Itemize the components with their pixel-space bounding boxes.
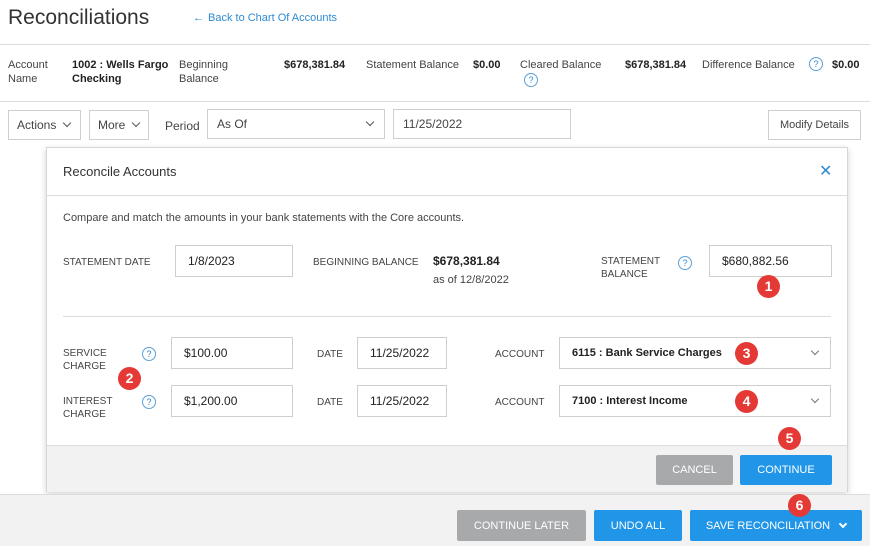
chevron-down-icon — [810, 394, 820, 404]
period-label: Period — [165, 119, 200, 133]
interest-date-input[interactable]: 11/25/2022 — [357, 385, 447, 417]
modal-statement-balance-label: STATEMENT BALANCE — [601, 256, 660, 280]
back-to-chart-of-accounts-link[interactable]: ← Back to Chart Of Accounts — [193, 12, 337, 24]
statement-balance-label: Statement Balance — [366, 59, 459, 71]
chevron-down-icon — [63, 118, 72, 128]
statement-balance-value: $0.00 — [473, 59, 501, 71]
summary-divider — [0, 101, 870, 102]
save-reconciliation-button[interactable]: SAVE RECONCILIATION — [690, 510, 862, 541]
more-dropdown[interactable]: More — [89, 110, 149, 140]
difference-balance-help-icon[interactable]: ? — [809, 57, 823, 71]
chevron-down-icon — [365, 117, 375, 127]
close-icon[interactable]: ✕ — [819, 164, 832, 180]
page-title: Reconciliations — [8, 6, 150, 29]
arrow-left-icon: ← — [193, 12, 204, 24]
statement-date-label: STATEMENT DATE — [63, 257, 151, 268]
more-label: More — [98, 118, 126, 132]
modal-title: Reconcile Accounts — [63, 164, 177, 179]
undo-all-button[interactable]: UNDO ALL — [594, 510, 682, 541]
modal-beginning-balance-value: $678,381.84 — [433, 254, 500, 268]
interest-charge-label: INTEREST CHARGE — [63, 396, 113, 420]
bottom-action-bar: CONTINUE LATER UNDO ALL SAVE RECONCILIAT… — [0, 494, 870, 546]
modal-intro-text: Compare and match the amounts in your ba… — [63, 212, 465, 224]
account-name-value: 1002 : Wells Fargo Checking — [72, 59, 169, 85]
step-badge-3: 3 — [735, 342, 758, 365]
cancel-button[interactable]: CANCEL — [656, 455, 733, 485]
header-divider — [0, 44, 870, 45]
modal-beginning-balance-label: BEGINNING BALANCE — [313, 257, 419, 268]
continue-later-button[interactable]: CONTINUE LATER — [457, 510, 586, 541]
step-badge-5: 5 — [778, 427, 801, 450]
chevron-down-icon — [810, 346, 820, 356]
statement-balance-help-icon[interactable]: ? — [678, 256, 692, 270]
cleared-balance-help-icon[interactable]: ? — [524, 73, 538, 87]
interest-date-label: DATE — [317, 397, 343, 408]
difference-balance-value: $0.00 — [832, 59, 860, 71]
service-charge-help-icon[interactable]: ? — [142, 347, 156, 361]
difference-balance-label: Difference Balance — [702, 59, 795, 71]
period-date-input[interactable]: 11/25/2022 — [393, 109, 571, 139]
chevron-down-icon — [132, 118, 141, 128]
cleared-balance-label: Cleared Balance — [520, 59, 602, 71]
step-badge-1: 1 — [757, 275, 780, 298]
interest-charge-input[interactable]: $1,200.00 — [171, 385, 293, 417]
modify-details-button[interactable]: Modify Details — [768, 110, 861, 140]
beginning-balance-label: Beginning Balance — [179, 59, 228, 85]
reconcile-accounts-modal: Reconcile Accounts ✕ Compare and match t… — [46, 147, 848, 492]
interest-account-value: 7100 : Interest Income — [572, 395, 688, 407]
actions-dropdown[interactable]: Actions — [8, 110, 81, 140]
chevron-down-icon — [838, 519, 848, 528]
statement-balance-input[interactable]: $680,882.56 — [709, 245, 832, 277]
service-date-input[interactable]: 11/25/2022 — [357, 337, 447, 369]
service-date-label: DATE — [317, 349, 343, 360]
beginning-balance-value: $678,381.84 — [284, 59, 346, 71]
interest-account-label: ACCOUNT — [495, 397, 545, 408]
period-date-value: 11/25/2022 — [403, 117, 463, 131]
step-badge-2: 2 — [118, 367, 141, 390]
save-reconciliation-label: SAVE RECONCILIATION — [705, 519, 831, 532]
actions-label: Actions — [17, 118, 57, 132]
interest-account-select[interactable]: 7100 : Interest Income — [559, 385, 831, 417]
service-account-value: 6115 : Bank Service Charges — [572, 347, 722, 359]
service-charge-input[interactable]: $100.00 — [171, 337, 293, 369]
account-name-label: Account Name — [8, 59, 48, 85]
continue-button[interactable]: CONTINUE — [740, 455, 832, 485]
service-charge-label: SERVICE CHARGE — [63, 348, 107, 372]
modal-footer: CANCEL CONTINUE — [47, 445, 847, 492]
modal-header-divider — [47, 195, 847, 196]
step-badge-6: 6 — [788, 494, 811, 517]
modal-section-divider — [63, 316, 831, 317]
service-account-select[interactable]: 6115 : Bank Service Charges — [559, 337, 831, 369]
interest-charge-help-icon[interactable]: ? — [142, 395, 156, 409]
service-account-label: ACCOUNT — [495, 349, 545, 360]
step-badge-4: 4 — [735, 390, 758, 413]
period-select[interactable]: As Of — [207, 109, 385, 139]
back-link-label: Back to Chart Of Accounts — [208, 12, 338, 24]
modal-beginning-balance-asof: as of 12/8/2022 — [433, 274, 509, 286]
statement-date-input[interactable]: 1/8/2023 — [175, 245, 293, 277]
period-value: As Of — [217, 117, 248, 131]
cleared-balance-value: $678,381.84 — [625, 59, 687, 71]
